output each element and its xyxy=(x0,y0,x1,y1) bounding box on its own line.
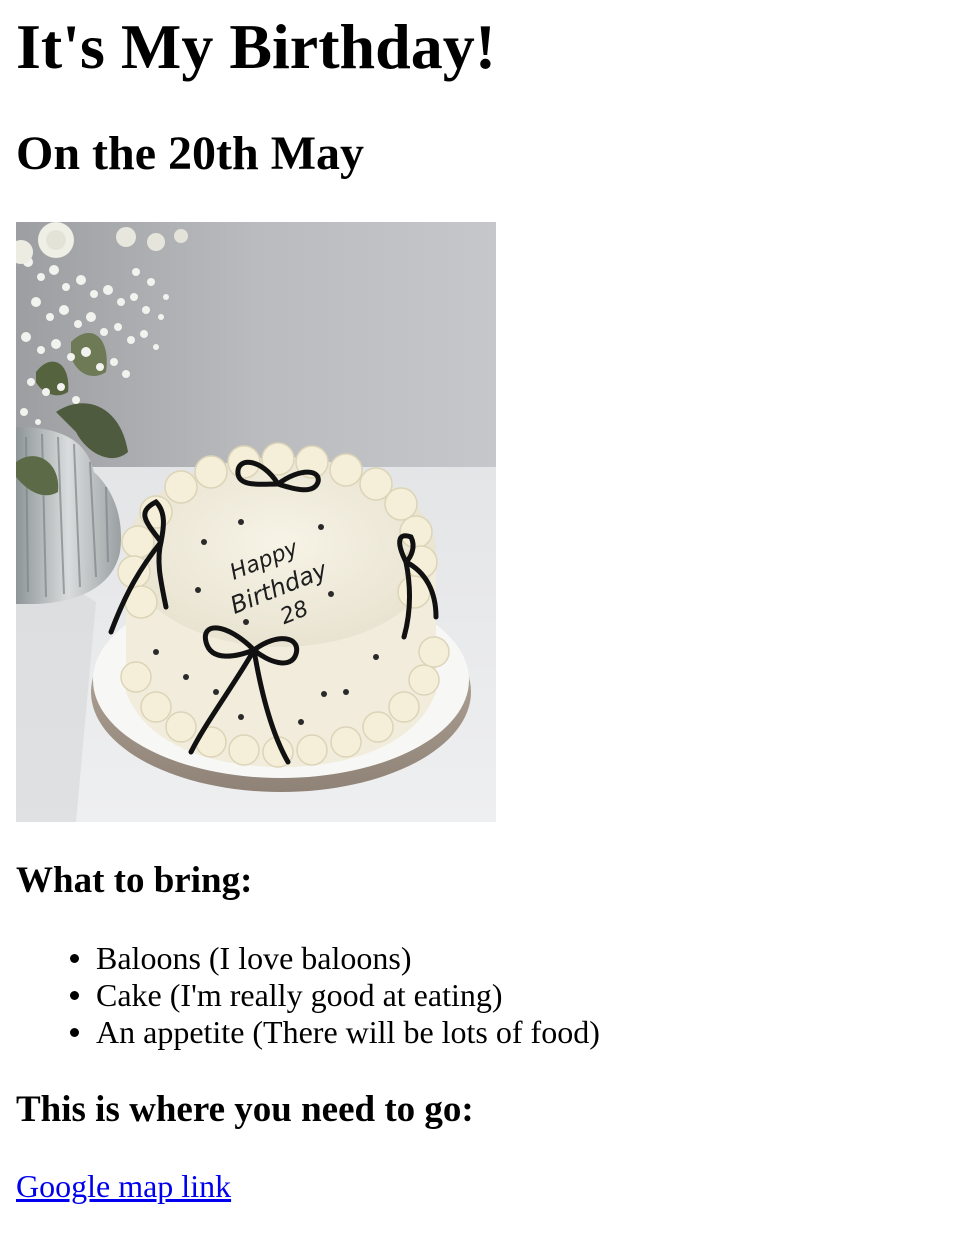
list-item-label: Cake (I'm really good at eating) xyxy=(96,977,503,1013)
list-item-label: An appetite (There will be lots of food) xyxy=(96,1014,600,1050)
page-subtitle: On the 20th May xyxy=(16,127,364,180)
list-item: An appetite (There will be lots of food) xyxy=(70,1014,600,1051)
list-item: Cake (I'm really good at eating) xyxy=(70,977,600,1014)
bullet-icon xyxy=(70,954,79,963)
bring-list: Baloons (I love baloons) Cake (I'm reall… xyxy=(16,940,600,1051)
page-title: It's My Birthday! xyxy=(16,11,496,82)
bullet-icon xyxy=(70,1028,79,1037)
google-map-link[interactable]: Google map link xyxy=(16,1168,231,1205)
where-to-go-heading: This is where you need to go: xyxy=(16,1089,474,1130)
bullet-icon xyxy=(70,991,79,1000)
list-item-label: Baloons (I love baloons) xyxy=(96,940,412,976)
list-item: Baloons (I love baloons) xyxy=(70,940,600,977)
birthday-cake-image: Happy Birthday 28 xyxy=(16,222,496,822)
what-to-bring-heading: What to bring: xyxy=(16,860,253,901)
